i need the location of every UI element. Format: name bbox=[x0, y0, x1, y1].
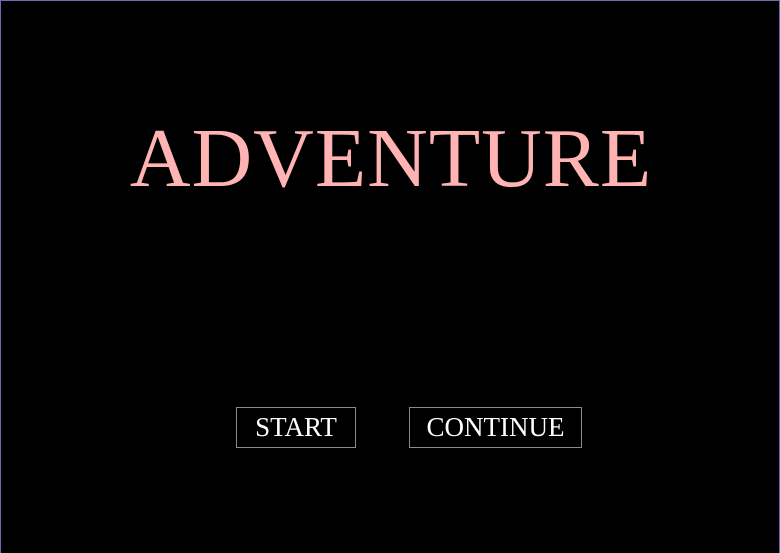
continue-button[interactable]: CONTINUE bbox=[409, 407, 582, 448]
game-title: ADVENTURE bbox=[129, 112, 653, 205]
title-screen: ADVENTURE START CONTINUE bbox=[0, 0, 780, 553]
start-button[interactable]: START bbox=[236, 407, 356, 448]
